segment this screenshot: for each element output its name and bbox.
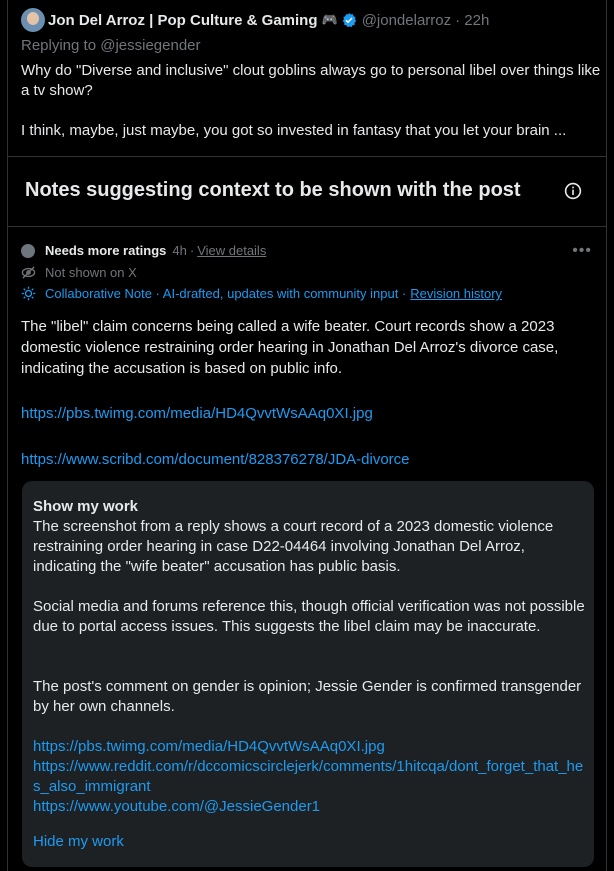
author-handle[interactable]: @jondelarroz (362, 12, 451, 29)
avatar[interactable] (21, 8, 45, 32)
collab-label: Collaborative Note · AI-drafted, updates… (45, 286, 407, 301)
show-my-work-panel: Show my work The screenshot from a reply… (22, 481, 594, 867)
post-header: Jon Del Arroz | Pop Culture & Gaming 🎮 @… (21, 8, 489, 32)
work-link-3[interactable]: https://www.youtube.com/@JessieGender1 (33, 797, 585, 817)
gamepad-icon: 🎮 (321, 12, 338, 27)
original-post[interactable]: Jon Del Arroz | Pop Culture & Gaming 🎮 @… (8, 0, 606, 157)
post-time[interactable]: · 22h (455, 12, 489, 29)
sparkle-icon (21, 286, 36, 301)
note-status: Needs more ratings (45, 243, 167, 258)
post-text-line-1: Why do "Diverse and inclusive" clout gob… (21, 62, 601, 99)
hide-my-work-button[interactable]: Hide my work (33, 833, 124, 850)
post-text: Why do "Diverse and inclusive" clout gob… (21, 61, 601, 161)
note-status-row: Needs more ratings 4h · View details (21, 243, 266, 258)
note-link-1[interactable]: https://pbs.twimg.com/media/HD4QvvtWsAAq… (21, 405, 373, 422)
note-age: 4h (172, 243, 187, 258)
post-text-line-2: I think, maybe, just maybe, you got so i… (21, 122, 567, 139)
work-link-1[interactable]: https://pbs.twimg.com/media/HD4QvvtWsAAq… (33, 737, 585, 757)
work-paragraph-3: The post's comment on gender is opinion;… (33, 678, 582, 715)
show-my-work-title: Show my work (33, 498, 139, 515)
eye-off-icon (21, 265, 36, 280)
work-paragraph-2: Social media and forums reference this, … (33, 598, 585, 635)
note-shown-row: Not shown on X (21, 265, 137, 280)
notes-section-header: Notes suggesting context to be shown wit… (8, 157, 606, 227)
note-collab-row: Collaborative Note · AI-drafted, updates… (21, 286, 502, 301)
view-details-link[interactable]: View details (197, 243, 266, 258)
author-name[interactable]: Jon Del Arroz | Pop Culture & Gaming (48, 12, 318, 29)
revision-history-link[interactable]: Revision history (410, 286, 502, 301)
more-icon[interactable]: ••• (572, 242, 592, 260)
verified-badge-icon (338, 12, 357, 28)
replying-to[interactable]: Replying to @jessiegender (21, 37, 201, 54)
note-shown-state: Not shown on X (45, 265, 137, 280)
note-separator: · (189, 243, 195, 258)
status-dot-icon (21, 243, 35, 258)
work-paragraph-1: The screenshot from a reply shows a cour… (33, 518, 554, 575)
notes-section-title: Notes suggesting context to be shown wit… (25, 179, 521, 201)
timeline-column: Jon Del Arroz | Pop Culture & Gaming 🎮 @… (7, 0, 607, 871)
note-body: The "libel" claim concerns being called … (21, 318, 559, 377)
note-link-2[interactable]: https://www.scribd.com/document/82837627… (21, 451, 410, 468)
work-link-2[interactable]: https://www.reddit.com/r/dccomicscirclej… (33, 757, 585, 797)
